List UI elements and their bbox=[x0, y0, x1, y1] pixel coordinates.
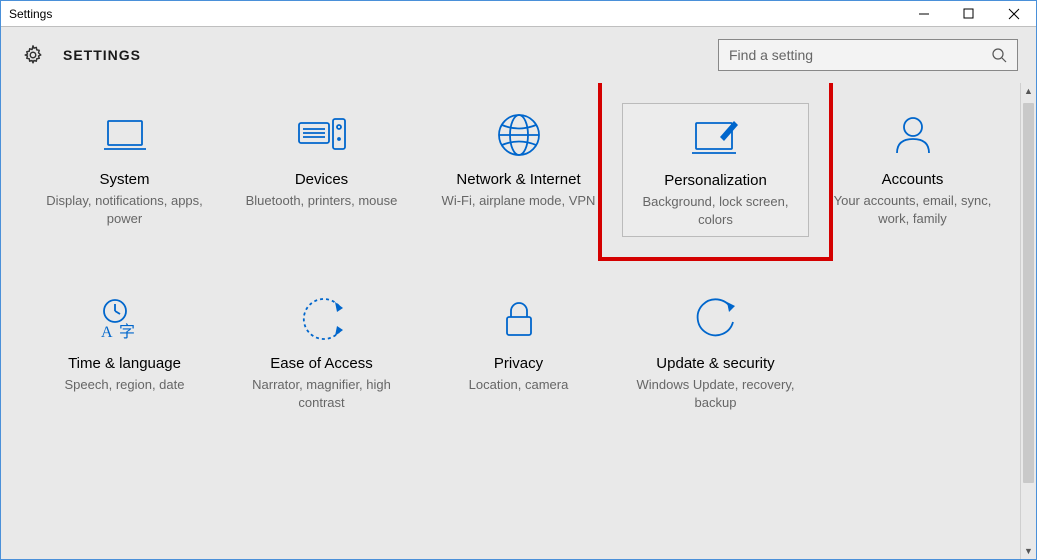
gear-icon bbox=[21, 43, 45, 67]
tile-desc: Location, camera bbox=[469, 376, 569, 394]
tile-desc: Narrator, magnifier, high contrast bbox=[236, 376, 407, 411]
update-security-icon bbox=[688, 295, 744, 343]
tile-time-language[interactable]: A 字 Time & language Speech, region, date bbox=[31, 287, 218, 419]
tile-system[interactable]: System Display, notifications, apps, pow… bbox=[31, 103, 218, 237]
window-title: Settings bbox=[9, 7, 52, 21]
tile-ease-of-access[interactable]: Ease of Access Narrator, magnifier, high… bbox=[228, 287, 415, 419]
tile-privacy[interactable]: Privacy Location, camera bbox=[425, 287, 612, 419]
search-box[interactable] bbox=[718, 39, 1018, 71]
tile-desc: Your accounts, email, sync, work, family bbox=[827, 192, 998, 227]
tile-title: Personalization bbox=[664, 172, 767, 189]
accounts-icon bbox=[885, 111, 941, 159]
scroll-down-icon[interactable]: ▼ bbox=[1021, 543, 1036, 559]
scroll-up-icon[interactable]: ▲ bbox=[1021, 83, 1036, 99]
tile-title: Update & security bbox=[656, 355, 774, 372]
network-icon bbox=[491, 111, 547, 159]
system-icon bbox=[97, 111, 153, 159]
vertical-scrollbar[interactable]: ▲ ▼ bbox=[1020, 83, 1036, 559]
tile-title: Ease of Access bbox=[270, 355, 373, 372]
search-input[interactable] bbox=[729, 47, 991, 63]
tile-title: Time & language bbox=[68, 355, 181, 372]
tile-devices[interactable]: Devices Bluetooth, printers, mouse bbox=[228, 103, 415, 237]
time-language-icon: A 字 bbox=[97, 295, 153, 343]
search-icon bbox=[991, 47, 1007, 63]
minimize-button[interactable] bbox=[901, 1, 946, 27]
maximize-button[interactable] bbox=[946, 1, 991, 27]
tile-desc: Display, notifications, apps, power bbox=[39, 192, 210, 227]
tile-desc: Background, lock screen, colors bbox=[631, 193, 800, 228]
tile-title: Privacy bbox=[494, 355, 543, 372]
privacy-icon bbox=[491, 295, 547, 343]
page-heading: SETTINGS bbox=[63, 47, 141, 63]
tile-title: System bbox=[99, 171, 149, 188]
titlebar: Settings bbox=[1, 1, 1036, 27]
devices-icon bbox=[294, 111, 350, 159]
settings-grid: System Display, notifications, apps, pow… bbox=[31, 103, 1006, 419]
ease-of-access-icon bbox=[294, 295, 350, 343]
tile-desc: Speech, region, date bbox=[65, 376, 185, 394]
tile-network[interactable]: Network & Internet Wi-Fi, airplane mode,… bbox=[425, 103, 612, 237]
close-button[interactable] bbox=[991, 1, 1036, 27]
header: SETTINGS bbox=[1, 27, 1036, 83]
svg-text:A: A bbox=[101, 324, 113, 341]
personalization-icon bbox=[688, 112, 744, 160]
tile-update-security[interactable]: Update & security Windows Update, recove… bbox=[622, 287, 809, 419]
tile-desc: Bluetooth, printers, mouse bbox=[246, 192, 398, 210]
tile-title: Devices bbox=[295, 171, 348, 188]
tile-accounts[interactable]: Accounts Your accounts, email, sync, wor… bbox=[819, 103, 1006, 237]
tile-title: Network & Internet bbox=[456, 171, 580, 188]
content-area: System Display, notifications, apps, pow… bbox=[1, 83, 1036, 559]
scroll-thumb[interactable] bbox=[1023, 103, 1034, 483]
settings-window: Settings SETTINGS bbox=[0, 0, 1037, 560]
tile-desc: Wi-Fi, airplane mode, VPN bbox=[442, 192, 596, 210]
tile-title: Accounts bbox=[882, 171, 944, 188]
svg-text:字: 字 bbox=[119, 323, 135, 341]
tile-personalization[interactable]: Personalization Background, lock screen,… bbox=[622, 103, 809, 237]
tile-desc: Windows Update, recovery, backup bbox=[630, 376, 801, 411]
